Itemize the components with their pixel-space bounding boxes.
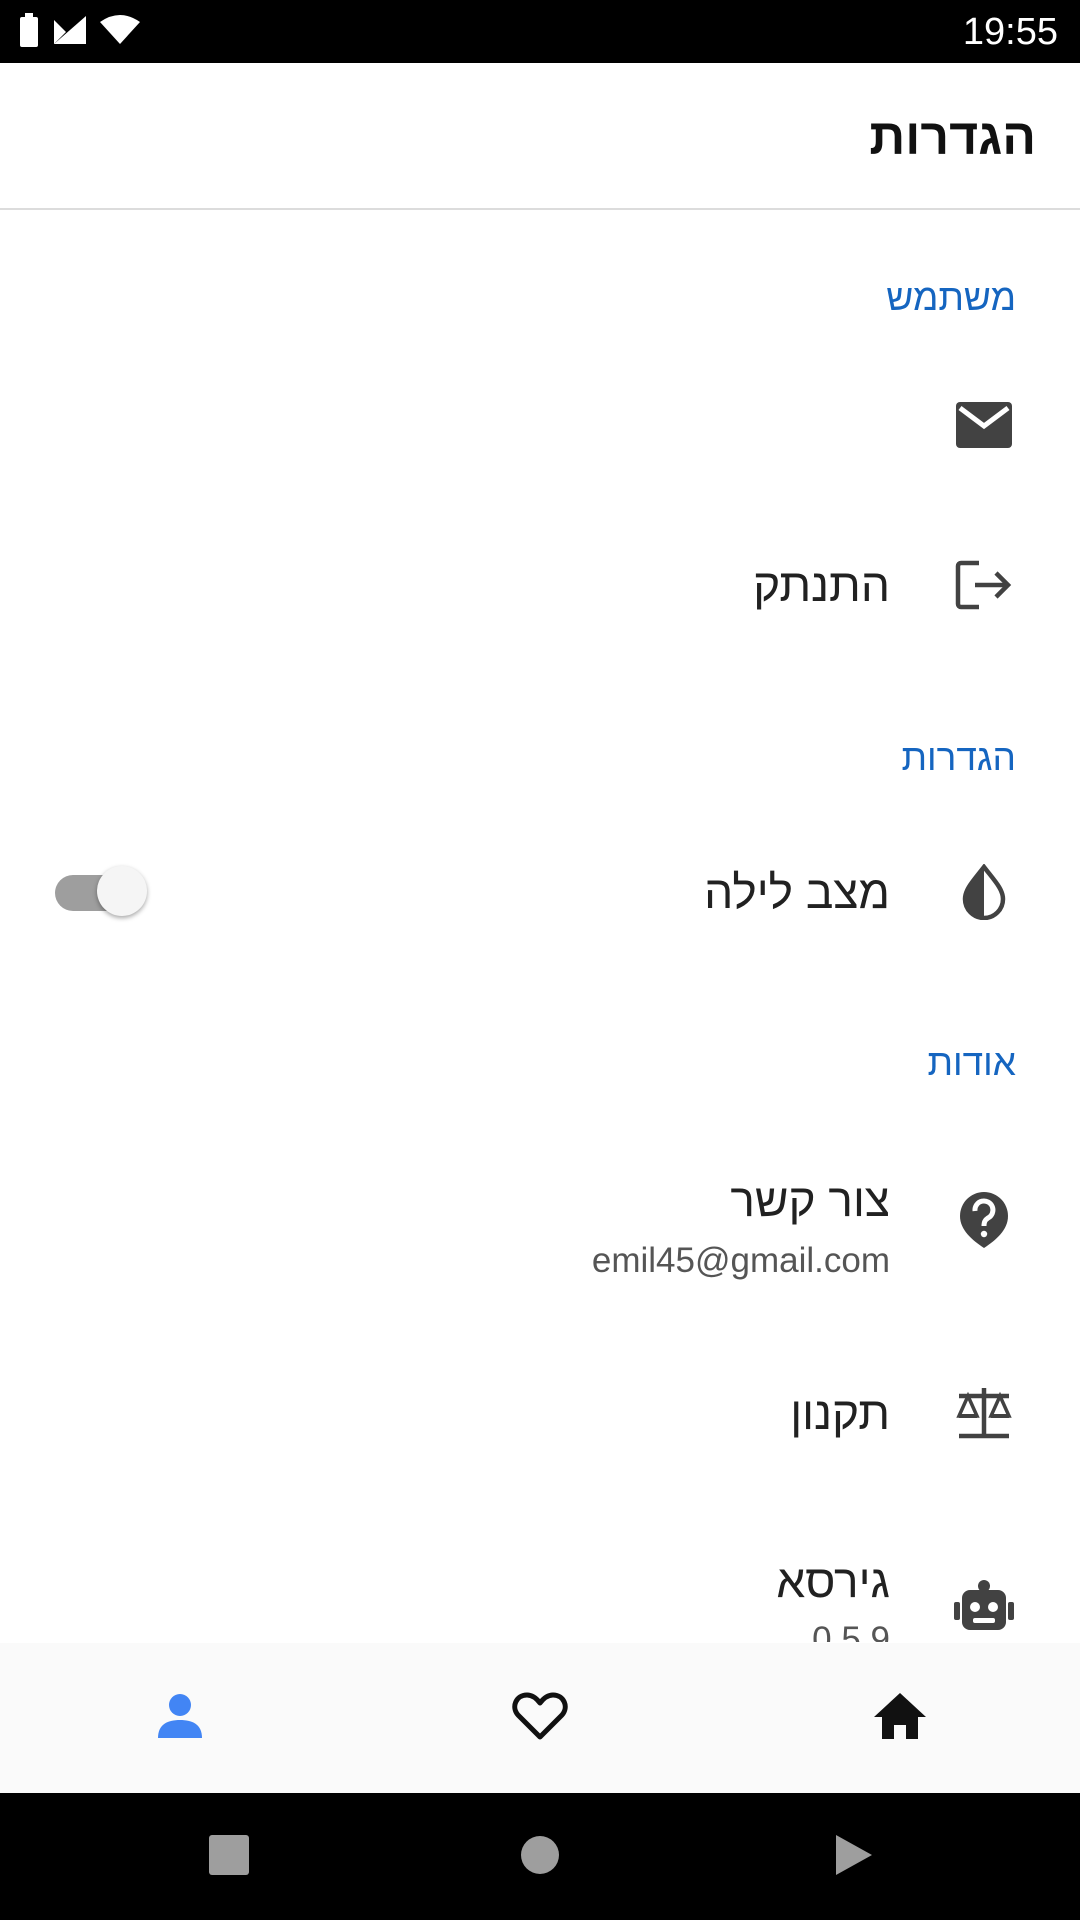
status-icons xyxy=(18,12,140,52)
version-number: 0.5.9 xyxy=(812,1620,890,1642)
toggle-thumb xyxy=(97,866,147,916)
mail-icon xyxy=(952,393,1016,457)
status-bar: 19:55 xyxy=(0,0,1080,63)
square-icon xyxy=(209,1834,249,1880)
heart-icon xyxy=(512,1691,568,1746)
recents-button[interactable] xyxy=(207,1834,251,1880)
section-header-about: אודות xyxy=(927,1042,1016,1083)
circle-icon xyxy=(520,1835,560,1880)
nav-favorites[interactable] xyxy=(510,1688,570,1748)
triangle-icon xyxy=(834,1833,874,1882)
app-bar: הגדרות xyxy=(0,63,1080,210)
contrast-icon xyxy=(952,860,1016,924)
night-mode-row-title: מצב לילה xyxy=(704,866,890,918)
logout-icon xyxy=(952,553,1016,617)
logout-row-title: התנתק xyxy=(753,559,890,611)
home-icon xyxy=(872,1691,928,1746)
wifi-icon xyxy=(100,14,140,51)
status-clock: 19:55 xyxy=(962,11,1058,53)
scales-icon xyxy=(952,1381,1016,1445)
bottom-nav xyxy=(0,1643,1080,1793)
section-header-settings: הגדרות xyxy=(901,737,1016,778)
terms-row-title: תקנון xyxy=(790,1387,890,1439)
robot-icon xyxy=(952,1574,1016,1638)
system-nav-bar xyxy=(0,1793,1080,1920)
page-title: הגדרות xyxy=(869,109,1036,165)
section-header-user: משתמש xyxy=(886,277,1016,318)
version-row-title: גירסא xyxy=(776,1555,890,1607)
nav-profile[interactable] xyxy=(150,1688,210,1748)
battery-icon xyxy=(18,12,40,52)
signal-icon xyxy=(52,14,88,51)
night-mode-toggle[interactable] xyxy=(55,861,151,921)
back-button[interactable] xyxy=(832,1833,876,1882)
contact-email: emil45@gmail.com xyxy=(591,1241,890,1280)
help-icon xyxy=(952,1188,1016,1252)
contact-row-title: צור קשר xyxy=(730,1174,890,1226)
home-system-button[interactable] xyxy=(518,1835,562,1879)
person-icon xyxy=(156,1692,204,1745)
settings-list[interactable]: משתמש התנתק הגדרות מצב לילה אודות צור קש… xyxy=(0,210,1080,1642)
nav-home[interactable] xyxy=(870,1688,930,1748)
